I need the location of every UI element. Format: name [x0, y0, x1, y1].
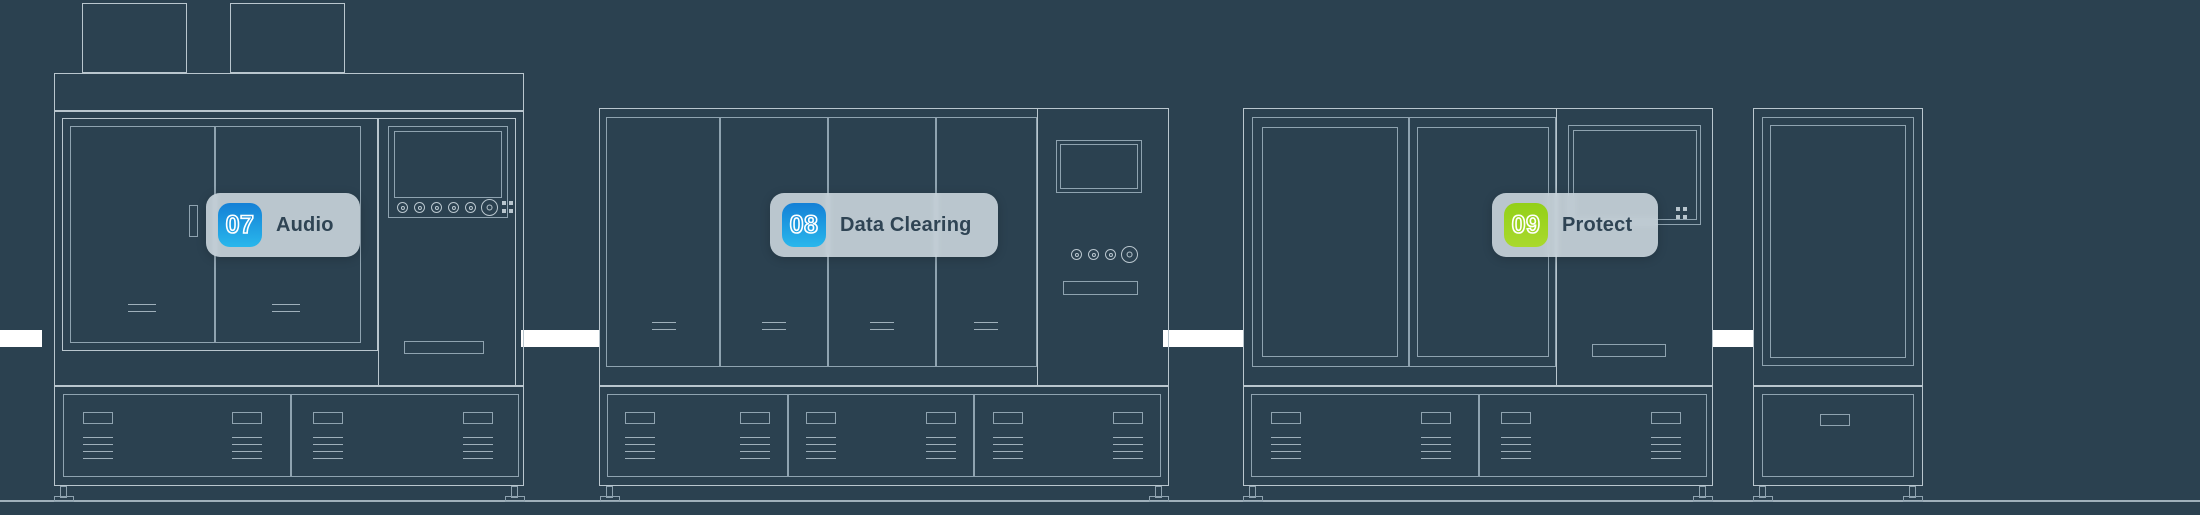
control-knob-main[interactable] [481, 199, 498, 216]
drawer-vent-2 [740, 437, 770, 459]
control-screen [1060, 144, 1138, 189]
step-number-07: 07 [218, 203, 262, 247]
control-screen [394, 131, 502, 198]
control-knob-main[interactable] [1121, 246, 1138, 263]
control-slot [1063, 281, 1138, 295]
drawer-label-3 [313, 412, 343, 424]
control-indicator-dots [1676, 207, 1688, 220]
step-badge-08[interactable]: 08 Data Clearing [770, 193, 998, 257]
door-handle-2b [272, 311, 300, 312]
drawer-label-1 [83, 412, 113, 424]
control-knob-2[interactable] [1088, 249, 1099, 260]
step-label-09: Protect [1562, 213, 1633, 236]
step-badge-09[interactable]: 09 Protect [1492, 193, 1659, 257]
drawer-2[interactable] [291, 394, 519, 477]
drawer-1[interactable] [63, 394, 291, 477]
vent-box-left [82, 3, 187, 73]
control-knob-3[interactable] [1105, 249, 1116, 260]
drawer-vent-2 [232, 437, 262, 459]
foot-left-pad [54, 496, 74, 502]
conveyor-segment-1-2 [521, 330, 599, 347]
control-knob-1[interactable] [397, 202, 408, 213]
step-number-09: 09 [1504, 203, 1548, 247]
drawer-vent-5 [993, 437, 1023, 459]
vent-box-right [230, 3, 345, 73]
drawer-label-2 [232, 412, 262, 424]
drawer-vent-1 [1271, 437, 1301, 459]
drawer-2[interactable] [1479, 394, 1707, 477]
door-handle-1a [652, 322, 676, 323]
step-label-07: Audio [276, 213, 334, 236]
chamber-door-1[interactable] [1770, 125, 1906, 358]
foot-left-pad [600, 496, 620, 502]
drawer-label-6 [1113, 412, 1143, 424]
drawer-vent-3 [313, 437, 343, 459]
drawer-3[interactable] [974, 394, 1161, 477]
drawer-vent-2 [1421, 437, 1451, 459]
step-badge-07[interactable]: 07 Audio [206, 193, 360, 257]
door-handle-2a [272, 304, 300, 305]
door-handle-2a [762, 322, 786, 323]
control-knob-1[interactable] [1071, 249, 1082, 260]
drawer-vent-1 [83, 437, 113, 459]
drawer-label-1 [625, 412, 655, 424]
foot-left-pad [1753, 496, 1773, 502]
conveyor-segment-left [0, 330, 42, 347]
door-handle-1b [128, 311, 156, 312]
production-line-diagram: 07 Audio 08 Data Clearing 09 Protect [0, 0, 2200, 515]
machine-hood [54, 73, 524, 111]
drawer-label-3 [1501, 412, 1531, 424]
drawer-vent-4 [463, 437, 493, 459]
door-handle-4a [974, 322, 998, 323]
drawer-1[interactable] [1251, 394, 1479, 477]
conveyor-segment-2-3 [1163, 330, 1243, 347]
drawer-label-2 [740, 412, 770, 424]
door-handle-1a [128, 304, 156, 305]
control-knob-3[interactable] [431, 202, 442, 213]
foot-right-pad [505, 496, 525, 502]
drawer-label-3 [806, 412, 836, 424]
drawer-label-2 [1421, 412, 1451, 424]
drawer-vent-1 [625, 437, 655, 459]
step-label-08: Data Clearing [840, 213, 972, 236]
drawer-vent-4 [1651, 437, 1681, 459]
door-handle-3b [870, 329, 894, 330]
drawer-2[interactable] [788, 394, 974, 477]
drawer-label-1 [1820, 414, 1850, 426]
drawer-label-4 [1651, 412, 1681, 424]
control-knob-2[interactable] [414, 202, 425, 213]
door-handle-2b [762, 329, 786, 330]
drawer-label-1 [1271, 412, 1301, 424]
step-number-08: 08 [782, 203, 826, 247]
control-indicator-dots [502, 201, 514, 214]
chamber-door-1[interactable] [1262, 127, 1398, 357]
drawer-vent-6 [1113, 437, 1143, 459]
foot-left-pad [1243, 496, 1263, 502]
foot-right-pad [1693, 496, 1713, 502]
drawer-vent-3 [1501, 437, 1531, 459]
control-slot [1592, 344, 1666, 357]
door-handle-4b [974, 329, 998, 330]
control-knob-5[interactable] [465, 202, 476, 213]
foot-right-pad [1903, 496, 1923, 502]
door-handle-1b [652, 329, 676, 330]
foot-right-pad [1149, 496, 1169, 502]
drawer-label-4 [463, 412, 493, 424]
drawer-vent-3 [806, 437, 836, 459]
conveyor-segment-3-4 [1713, 330, 1753, 347]
drawer-vent-4 [926, 437, 956, 459]
drawer-label-5 [993, 412, 1023, 424]
door-latch [189, 205, 198, 237]
drawer-1[interactable] [1762, 394, 1914, 477]
drawer-1[interactable] [607, 394, 788, 477]
door-handle-3a [870, 322, 894, 323]
control-knob-4[interactable] [448, 202, 459, 213]
floor-line [0, 500, 2200, 502]
drawer-label-4 [926, 412, 956, 424]
control-slot [404, 341, 484, 354]
